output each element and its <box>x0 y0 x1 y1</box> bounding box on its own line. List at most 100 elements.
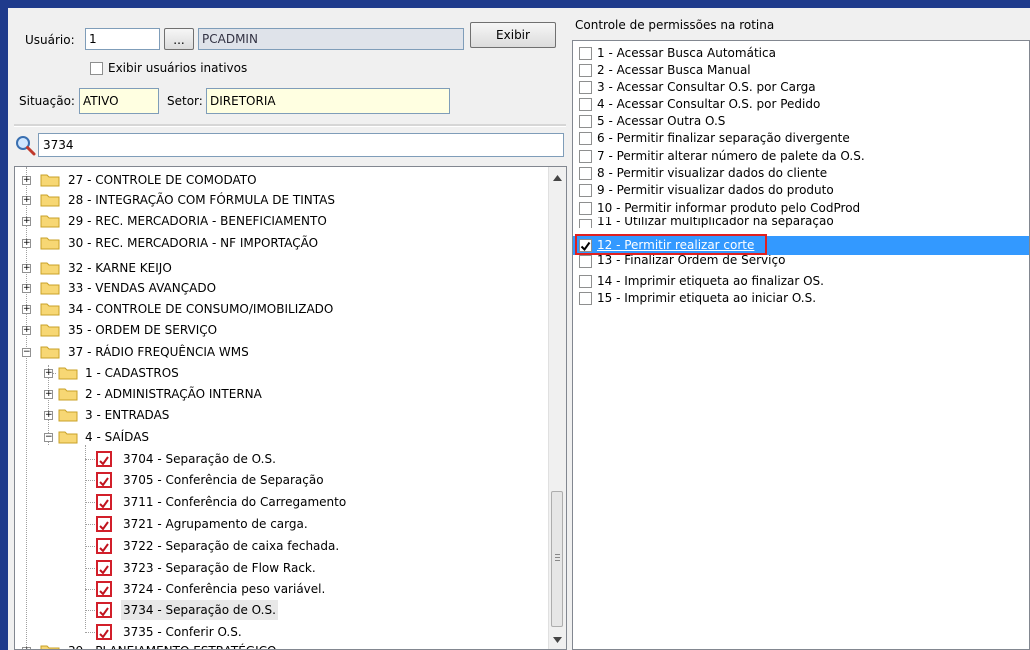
folder-icon <box>40 645 60 649</box>
check-icon <box>99 456 109 466</box>
routine-checkbox[interactable] <box>96 624 112 640</box>
expand-icon[interactable]: + <box>22 305 31 314</box>
folder-icon <box>40 215 60 228</box>
permission-checkbox[interactable] <box>579 292 592 305</box>
tree-node-submodule-expanded[interactable]: − 4 - SAÍDAS <box>37 427 537 447</box>
permission-item[interactable]: 7 - Permitir alterar número de palete da… <box>579 148 1029 165</box>
permission-item[interactable]: 1 - Acessar Busca Automática <box>579 45 1029 62</box>
tree-node-routine[interactable]: 3704 - Separação de O.S. <box>85 449 525 469</box>
permission-item[interactable]: 5 - Acessar Outra O.S <box>579 113 1029 130</box>
tree-node-module[interactable]: + 39 - PLANEJAMENTO ESTRATÉGICO <box>15 641 535 649</box>
tree-node-module[interactable]: + 34 - CONTROLE DE CONSUMO/IMOBILIZADO <box>15 299 535 319</box>
show-button[interactable]: Exibir <box>470 22 556 48</box>
tree-node-routine-selected[interactable]: 3734 - Separação de O.S. <box>85 600 525 620</box>
permission-item[interactable]: 3 - Acessar Consultar O.S. por Carga <box>579 79 1029 96</box>
expand-icon[interactable]: + <box>22 176 31 185</box>
tree-node-module[interactable]: + 35 - ORDEM DE SERVIÇO <box>15 320 535 340</box>
routine-checkbox[interactable] <box>96 602 112 618</box>
expand-icon[interactable]: + <box>22 326 31 335</box>
tree-node-module-expanded[interactable]: − 37 - RÁDIO FREQUÊNCIA WMS <box>15 342 535 362</box>
permission-item[interactable]: 11 - Utilizar multiplicador na separação <box>579 217 1029 228</box>
routine-checkbox[interactable] <box>96 451 112 467</box>
permission-checkbox[interactable] <box>579 184 592 197</box>
permission-checkbox[interactable] <box>579 115 592 128</box>
tree-node-label: 29 - REC. MERCADORIA - BENEFICIAMENTO <box>68 214 327 228</box>
permission-item[interactable]: 14 - Imprimir etiqueta ao finalizar OS. <box>579 273 1029 290</box>
user-code-input[interactable]: 1 <box>85 28 160 50</box>
permission-checkbox[interactable] <box>579 202 592 215</box>
permission-item[interactable]: 2 - Acessar Busca Manual <box>579 62 1029 79</box>
expand-icon[interactable]: + <box>22 264 31 273</box>
tree-node-routine[interactable]: 3705 - Conferência de Separação <box>85 470 525 490</box>
collapse-icon[interactable]: − <box>22 348 31 357</box>
check-icon <box>99 607 109 617</box>
tree-node-label: 2 - ADMINISTRAÇÃO INTERNA <box>85 387 262 401</box>
tree-node-submodule[interactable]: + 1 - CADASTROS <box>37 363 537 383</box>
permission-item[interactable]: 9 - Permitir visualizar dados do produto <box>579 182 1029 199</box>
expand-icon[interactable]: + <box>22 217 31 226</box>
tree-node-module[interactable]: + 30 - REC. MERCADORIA - NF IMPORTAÇÃO <box>15 233 535 253</box>
show-inactive-checkbox[interactable] <box>90 62 103 75</box>
tree-node-routine[interactable]: 3721 - Agrupamento de carga. <box>85 514 525 534</box>
tree-connector <box>85 524 95 525</box>
folder-icon <box>40 194 60 207</box>
routine-tree[interactable]: + 27 - CONTROLE DE COMODATO + 28 - INTEG… <box>14 166 567 650</box>
permission-checkbox[interactable] <box>579 64 592 77</box>
routine-checkbox[interactable] <box>96 472 112 488</box>
tree-node-routine[interactable]: 3724 - Conferência peso variável. <box>85 579 525 599</box>
status-label: Situação: <box>19 94 75 108</box>
search-input[interactable]: 3734 <box>38 133 564 157</box>
permission-checkbox[interactable] <box>579 132 592 145</box>
routine-checkbox[interactable] <box>96 581 112 597</box>
tree-node-routine[interactable]: 3722 - Separação de caixa fechada. <box>85 536 525 556</box>
collapse-icon[interactable]: − <box>44 433 53 442</box>
expand-icon[interactable]: + <box>22 196 31 205</box>
scroll-up-icon[interactable] <box>553 175 562 181</box>
routine-checkbox[interactable] <box>96 516 112 532</box>
permission-checkbox[interactable] <box>579 47 592 60</box>
tree-node-module[interactable]: + 33 - VENDAS AVANÇADO <box>15 278 535 298</box>
search-icon[interactable] <box>14 134 36 156</box>
expand-icon[interactable]: + <box>44 411 53 420</box>
tree-node-module[interactable]: + 28 - INTEGRAÇÃO COM FÓRMULA DE TINTAS <box>15 190 535 210</box>
tree-node-module[interactable]: + 29 - REC. MERCADORIA - BENEFICIAMENTO <box>15 211 535 231</box>
routine-checkbox[interactable] <box>96 538 112 554</box>
permission-item[interactable]: 10 - Permitir informar produto pelo CodP… <box>579 200 1029 217</box>
scroll-down-icon[interactable] <box>553 637 562 643</box>
expand-icon[interactable]: + <box>44 390 53 399</box>
folder-icon <box>58 388 78 401</box>
expand-icon[interactable]: + <box>22 284 31 293</box>
tree-node-routine[interactable]: 3735 - Conferir O.S. <box>85 622 525 642</box>
scrollbar-thumb[interactable] <box>551 491 563 627</box>
permission-checkbox[interactable] <box>579 167 592 180</box>
permission-checkbox[interactable] <box>579 150 592 163</box>
permission-item[interactable]: 6 - Permitir finalizar separação diverge… <box>579 130 1029 147</box>
permissions-title: Controle de permissões na rotina <box>575 18 775 32</box>
tree-connector <box>85 546 95 547</box>
routine-checkbox[interactable] <box>96 494 112 510</box>
permission-item[interactable]: 8 - Permitir visualizar dados do cliente <box>579 165 1029 182</box>
permission-item[interactable]: 15 - Imprimir etiqueta ao iniciar O.S. <box>579 290 1029 307</box>
permission-label: 4 - Acessar Consultar O.S. por Pedido <box>597 97 821 111</box>
permission-checkbox[interactable] <box>579 275 592 288</box>
routine-checkbox[interactable] <box>96 560 112 576</box>
permission-checkbox[interactable] <box>579 219 592 228</box>
tree-node-module[interactable]: + 32 - KARNE KEIJO <box>15 258 535 278</box>
tree-scrollbar[interactable] <box>548 167 566 649</box>
tree-node-module[interactable]: + 27 - CONTROLE DE COMODATO <box>15 170 535 190</box>
tree-node-submodule[interactable]: + 3 - ENTRADAS <box>37 405 537 425</box>
expand-icon[interactable]: + <box>22 239 31 248</box>
expand-icon[interactable]: + <box>44 369 53 378</box>
user-lookup-button[interactable]: ... <box>164 28 194 50</box>
tree-node-routine[interactable]: 3711 - Conferência do Carregamento <box>85 492 525 512</box>
permission-item[interactable]: 13 - Finalizar Ordem de Serviço <box>579 255 1029 269</box>
permission-item[interactable]: 4 - Acessar Consultar O.S. por Pedido <box>579 96 1029 113</box>
permission-checkbox[interactable] <box>579 255 592 268</box>
permission-checkbox[interactable] <box>579 98 592 111</box>
check-icon <box>99 543 109 553</box>
tree-node-routine[interactable]: 3723 - Separação de Flow Rack. <box>85 558 525 578</box>
permissions-list[interactable]: 1 - Acessar Busca Automática 2 - Acessar… <box>572 40 1030 650</box>
tree-node-submodule[interactable]: + 2 - ADMINISTRAÇÃO INTERNA <box>37 384 537 404</box>
permission-checkbox[interactable] <box>579 81 592 94</box>
tree-connector <box>85 589 95 590</box>
